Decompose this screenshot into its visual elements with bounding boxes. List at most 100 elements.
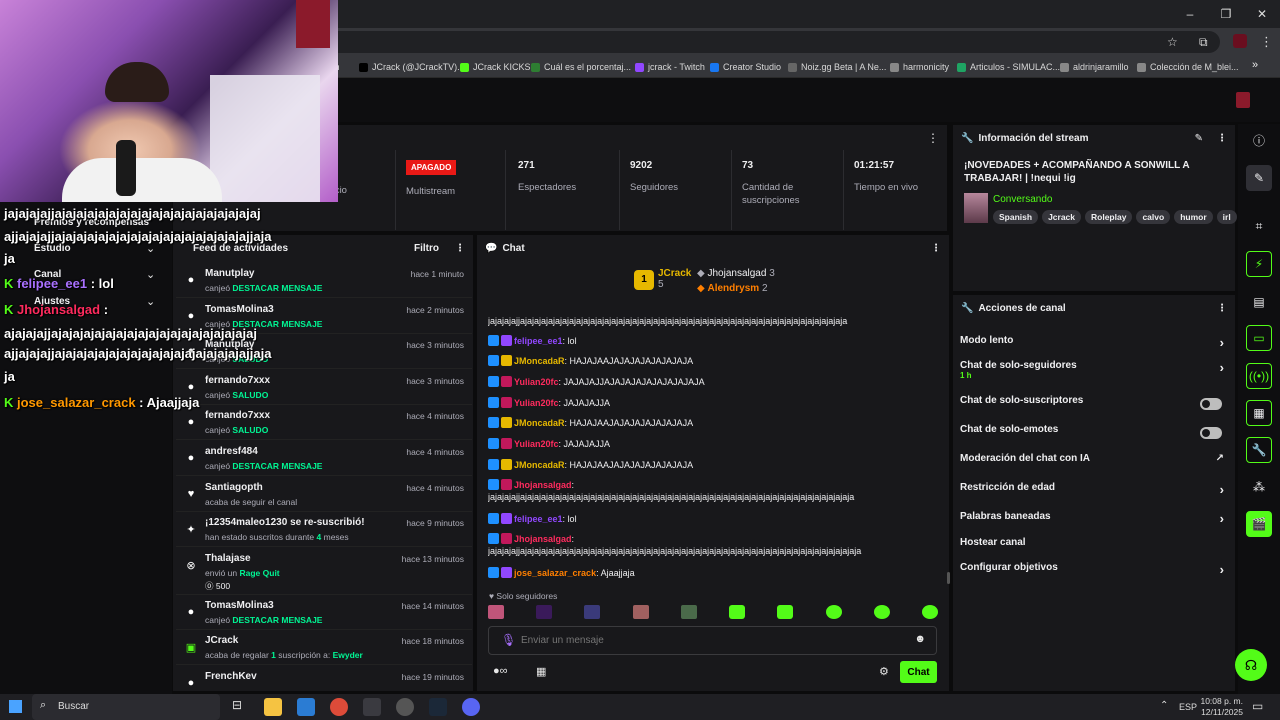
emoji-icon[interactable]: ☻ — [914, 633, 926, 645]
channel-action-7[interactable]: Hostear canal — [960, 537, 1228, 559]
chat-username[interactable]: JMoncadaR — [514, 356, 565, 366]
external-link-icon[interactable]: ↗ — [1216, 453, 1224, 464]
restore-icon[interactable]: ❐ — [1208, 0, 1244, 28]
outlook-icon[interactable] — [297, 698, 315, 716]
chat-scrollbar[interactable] — [947, 572, 950, 584]
bookmark-item[interactable]: Cuál es el porcentaj... — [531, 56, 631, 78]
emote-icon[interactable] — [729, 605, 746, 619]
taskbar-search-box[interactable]: ⌕ Buscar — [32, 694, 220, 720]
chevron-right-icon[interactable]: » — [1252, 59, 1258, 71]
app-icon[interactable] — [396, 698, 414, 716]
channel-action-2[interactable]: Chat de solo-suscriptores — [960, 395, 1228, 417]
layout-icon[interactable]: ▦ — [1246, 400, 1272, 426]
bookmark-item[interactable]: jcrack - Twitch — [635, 56, 705, 78]
toggle-switch[interactable] — [1200, 398, 1222, 410]
support-headset-icon[interactable]: ☊ — [1235, 649, 1267, 681]
task-view-icon[interactable]: ⊟ — [232, 698, 250, 716]
menu-dots-icon[interactable]: ⋮ — [1260, 34, 1273, 50]
category-thumbnail[interactable] — [964, 193, 988, 223]
chevron-down-icon[interactable]: ⌄ — [146, 295, 155, 308]
chat-more-icon[interactable]: ⋮ — [931, 243, 941, 254]
bookmark-item[interactable]: JCrack (@JCrackTV)... — [359, 56, 465, 78]
bookmark-item[interactable]: harmonicity — [890, 56, 949, 78]
terminal-icon[interactable] — [363, 698, 381, 716]
bookmark-item[interactable]: aldrinjaramillo — [1060, 56, 1129, 78]
chevron-down-icon[interactable]: ⌄ — [146, 268, 155, 281]
chat-username[interactable]: Jhojansalgad — [514, 534, 572, 544]
chevron-right-icon[interactable]: › — [1220, 562, 1224, 577]
feed-item[interactable]: ♥ Santiagopth hace 4 minutos acaba de segui… — [176, 478, 472, 512]
chrome-icon[interactable] — [330, 698, 348, 716]
bookmark-item[interactable]: Articulos - SIMULAC... — [957, 56, 1060, 78]
chat-username[interactable]: JMoncadaR — [514, 460, 565, 470]
emote-icon[interactable] — [825, 605, 842, 619]
toggle-switch[interactable] — [1200, 427, 1222, 439]
feed-item[interactable]: ● andresf484 hace 4 minutos canjeó DESTACAR… — [176, 442, 472, 476]
pencil-icon[interactable]: ✎ — [1246, 165, 1272, 191]
chat-username[interactable]: Jhojansalgad — [514, 480, 572, 490]
channel-action-5[interactable]: Restricción de edad › — [960, 482, 1228, 504]
send-chat-button[interactable]: Chat — [900, 661, 937, 683]
steam-icon[interactable] — [429, 698, 447, 716]
chat-bubble-icon[interactable]: ▭ — [1246, 325, 1272, 351]
chat-username[interactable]: JMoncadaR — [514, 418, 565, 428]
feed-item[interactable]: ▣ JCrack hace 18 minutos acaba de regalar 1… — [176, 631, 472, 666]
chat-username[interactable]: Yulian20fc — [514, 398, 559, 408]
clapper-icon[interactable]: 🎬 — [1246, 511, 1272, 537]
chat-username[interactable]: felipee_ee1 — [514, 514, 563, 524]
chevron-right-icon[interactable]: › — [1220, 335, 1224, 350]
stream-tag[interactable]: irl — [1216, 210, 1237, 224]
chat-username[interactable]: Yulian20fc — [514, 439, 559, 449]
stream-tag[interactable]: humor — [1174, 210, 1213, 224]
channel-action-3[interactable]: Chat de solo-emotes — [960, 424, 1228, 446]
minimize-icon[interactable]: – — [1172, 0, 1208, 28]
chevron-right-icon[interactable]: › — [1220, 511, 1224, 526]
document-icon[interactable]: ▤ — [1246, 289, 1272, 315]
channel-action-0[interactable]: Modo lento › — [960, 335, 1228, 357]
emote-icon[interactable] — [873, 605, 890, 619]
bookmark-item[interactable]: Noiz.gg Beta | A Ne... — [788, 56, 886, 78]
connections-icon[interactable]: ⁂ — [1246, 474, 1272, 500]
chat-input-box[interactable]: 🎙 ☻ — [488, 626, 937, 655]
kick-logo-icon[interactable] — [1236, 92, 1250, 108]
channel-action-6[interactable]: Palabras baneadas › — [960, 511, 1228, 533]
emote-icon[interactable] — [680, 605, 697, 619]
nav-studio[interactable]: Estudio — [34, 243, 71, 254]
emote-icon[interactable] — [632, 605, 649, 619]
category-name[interactable]: Conversando — [993, 194, 1052, 205]
emote-icon[interactable] — [584, 605, 601, 619]
stream-info-more-icon[interactable]: ⋮ — [1217, 133, 1227, 144]
channel-actions-more-icon[interactable]: ⋮ — [1217, 303, 1227, 314]
discord-icon[interactable] — [462, 698, 480, 716]
microphone-icon[interactable]: 🎙 — [501, 633, 516, 647]
close-icon[interactable]: ✕ — [1244, 0, 1280, 28]
stream-tag[interactable]: Roleplay — [1085, 210, 1133, 224]
store-icon[interactable]: ▦ — [536, 665, 546, 678]
feed-filter-button[interactable]: Filtro — [414, 243, 439, 254]
bookmark-item[interactable]: Colección de M_blei... — [1137, 56, 1239, 78]
stream-tag[interactable]: Jcrack — [1042, 210, 1082, 224]
feed-item[interactable]: ● fernando7xxx hace 3 minutos canjeó SALUDO — [176, 371, 472, 405]
chevron-right-icon[interactable]: › — [1220, 482, 1224, 497]
wrench-icon[interactable]: 🔧 — [1246, 437, 1272, 463]
feed-item[interactable]: ✦ ¡12354maleo1230 se re-suscribió! hace 9 … — [176, 513, 472, 548]
channel-action-1[interactable]: Chat de solo-seguidores 1 h › — [960, 360, 1228, 382]
channel-action-8[interactable]: Configurar objetivos › — [960, 562, 1228, 584]
feed-item[interactable]: ⊗ Thalajase hace 13 minutos envió un Rage Q… — [176, 549, 472, 595]
profile-icon[interactable] — [1233, 34, 1247, 48]
bookmark-item[interactable]: JCrack KICKS — [460, 56, 531, 78]
channel-action-4[interactable]: Moderación del chat con IA ↗ — [960, 453, 1228, 475]
emote-icon[interactable] — [488, 605, 504, 619]
star-icon[interactable]: ☆ — [1167, 35, 1178, 49]
language-indicator[interactable]: ESP — [1179, 702, 1197, 712]
chat-settings-icon[interactable]: ⚙ — [879, 665, 889, 678]
chat-username[interactable]: jose_salazar_crack — [514, 568, 596, 578]
windows-start-icon[interactable] — [9, 700, 22, 713]
emote-icon[interactable] — [777, 605, 794, 619]
broadcast-icon[interactable]: ((•)) — [1246, 363, 1272, 389]
emote-icon[interactable] — [921, 605, 938, 619]
file-explorer-icon[interactable] — [264, 698, 282, 716]
chat-message-input[interactable] — [521, 631, 901, 650]
chat-username[interactable]: felipee_ee1 — [514, 336, 563, 346]
lightning-icon[interactable]: ⚡ — [1246, 251, 1272, 277]
